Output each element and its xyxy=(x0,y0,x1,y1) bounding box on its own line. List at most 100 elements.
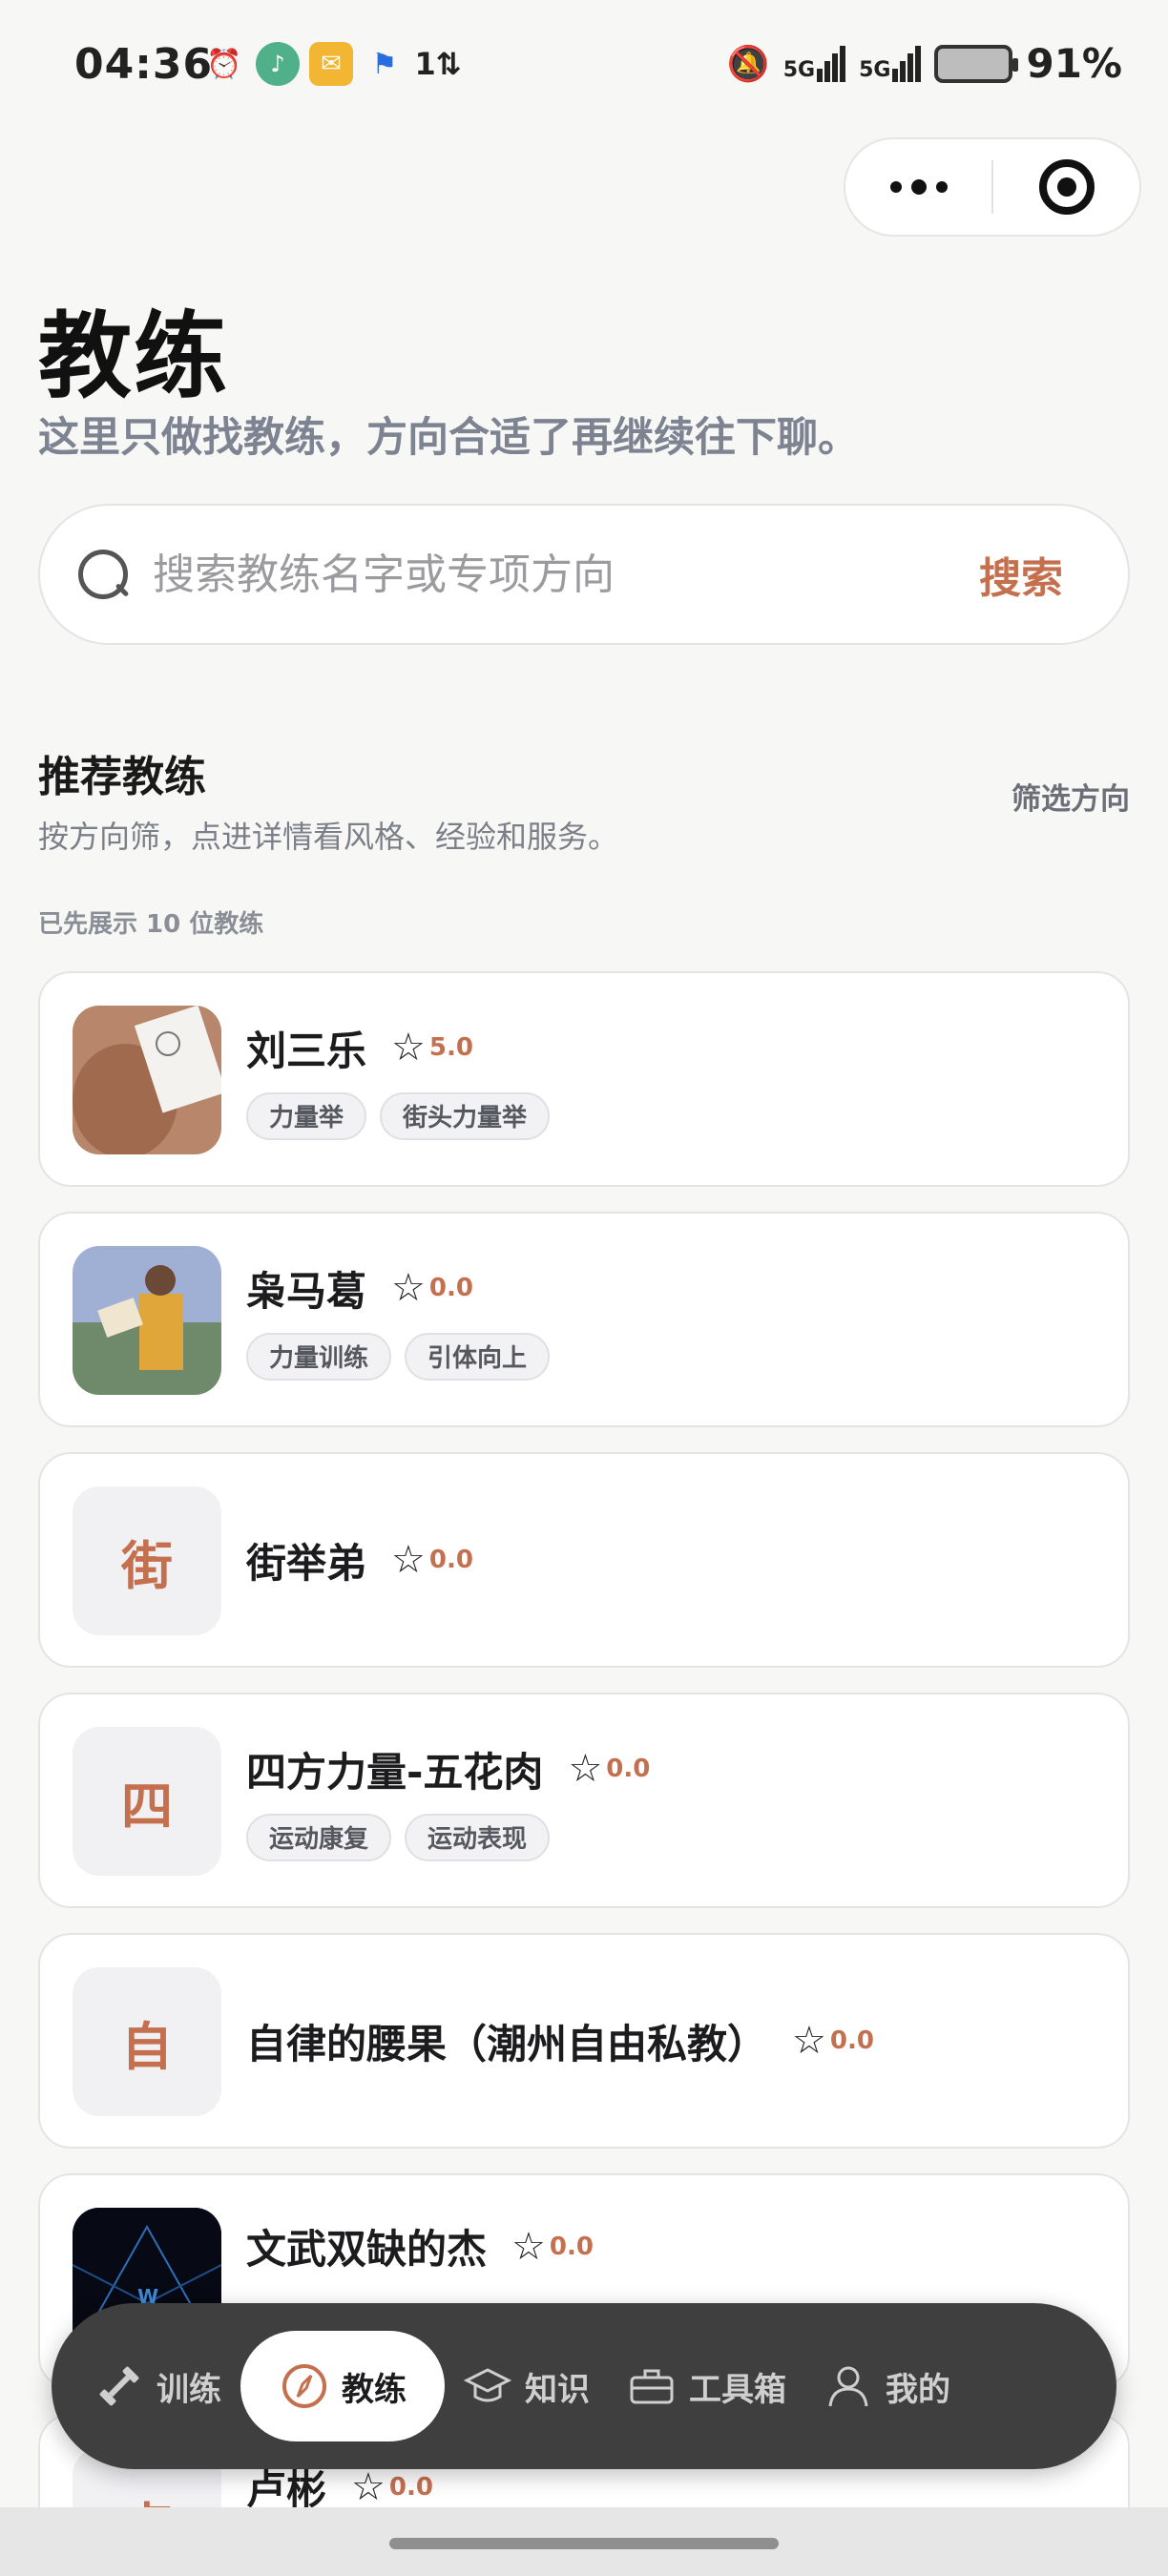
nav-item-knowledge[interactable]: 知识 xyxy=(445,2331,609,2441)
section-description: 按方向筛，点进详情看风格、经验和服务。 xyxy=(38,819,619,855)
status-notification-icons: ⏰ ♪ ✉ ⚑ 1⇅ xyxy=(202,42,462,86)
signal-icon: 5G xyxy=(782,45,846,82)
battery-percent: 91% xyxy=(1026,40,1122,87)
coach-tag: 力量训练 xyxy=(246,1332,392,1381)
page-title: 教练 xyxy=(38,302,230,411)
coach-avatar-initial: 四 xyxy=(73,1727,221,1876)
search-button[interactable]: 搜索 xyxy=(979,544,1063,605)
filter-direction-link[interactable]: 筛选方向 xyxy=(1012,775,1130,818)
coach-card[interactable]: 刘三乐 ☆ 5.0 力量举 街头力量举 xyxy=(38,971,1130,1187)
coach-name: 四方力量-五花肉 xyxy=(246,1748,544,1796)
nav-label: 知识 xyxy=(525,2370,590,2409)
coach-tag: 引体向上 xyxy=(405,1332,551,1381)
app-notification-icon: ♪ xyxy=(256,42,300,86)
nav-label: 我的 xyxy=(886,2370,950,2409)
coach-rating: 0.0 xyxy=(829,2026,874,2055)
network-type-2: 5G xyxy=(859,57,891,82)
coach-tags: 力量举 街头力量举 xyxy=(246,1091,1099,1140)
star-icon: ☆ xyxy=(792,2019,826,2063)
coach-count-note: 已先展示 10 位教练 xyxy=(38,910,264,939)
search-icon xyxy=(74,546,132,603)
coach-info: 自律的腰果（潮州自由私教） ☆ 0.0 xyxy=(246,1935,1099,2147)
coach-name: 枭马葛 xyxy=(246,1267,367,1315)
coach-avatar-photo xyxy=(73,1006,221,1154)
coach-avatar-initial: 自 xyxy=(73,1967,221,2116)
coach-tag: 运动康复 xyxy=(246,1813,392,1861)
compass-icon xyxy=(281,2362,328,2410)
coach-rating: 0.0 xyxy=(549,2232,594,2261)
coach-photo-icon xyxy=(73,1246,221,1395)
nav-item-coach[interactable]: 教练 xyxy=(240,2331,445,2441)
star-icon: ☆ xyxy=(568,1747,603,1791)
coach-tags: 运动康复 运动表现 xyxy=(246,1813,1099,1861)
nav-label: 工具箱 xyxy=(689,2370,786,2409)
certificate-photo-icon xyxy=(73,1006,221,1154)
coach-card[interactable]: 枭马葛 ☆ 0.0 力量训练 引体向上 xyxy=(38,1212,1130,1427)
coach-card[interactable]: 自 自律的腰果（潮州自由私教） ☆ 0.0 xyxy=(38,1933,1130,2149)
coach-name-row: 刘三乐 ☆ 5.0 xyxy=(246,1019,1099,1077)
signal-icon-2: 5G xyxy=(859,45,922,82)
nav-label: 教练 xyxy=(342,2370,407,2409)
miniprogram-capsule xyxy=(844,137,1141,237)
coach-name: 街举弟 xyxy=(246,1539,367,1587)
star-icon: ☆ xyxy=(391,1266,426,1310)
target-icon xyxy=(1038,159,1095,215)
coach-info: 刘三乐 ☆ 5.0 力量举 街头力量举 xyxy=(246,973,1099,1185)
star-icon: ☆ xyxy=(391,1026,426,1070)
coach-tag: 街头力量举 xyxy=(380,1091,551,1140)
coach-name-row: 四方力量-五花肉 ☆ 0.0 xyxy=(246,1740,1099,1798)
dumbbell-icon xyxy=(95,2362,143,2410)
nav-label: 训练 xyxy=(156,2370,221,2409)
coach-name: 自律的腰果（潮州自由私教） xyxy=(246,2020,768,2067)
toolbox-icon xyxy=(628,2362,676,2410)
network-type-1: 5G xyxy=(782,57,816,82)
section-title: 推荐教练 xyxy=(38,753,206,801)
coach-name-row: 街举弟 ☆ 0.0 xyxy=(246,1531,1099,1589)
star-icon: ☆ xyxy=(391,1538,426,1582)
search-bar: 搜索 xyxy=(38,504,1130,645)
home-indicator[interactable] xyxy=(389,2538,779,2549)
page-subtitle: 这里只做找教练，方向合适了再继续往下聊。 xyxy=(38,414,859,462)
coach-info: 四方力量-五花肉 ☆ 0.0 运动康复 运动表现 xyxy=(246,1694,1099,1906)
graduation-cap-icon xyxy=(464,2362,511,2410)
coach-rating: 0.0 xyxy=(606,1755,651,1783)
alarm-icon: ⏰ xyxy=(206,47,242,81)
coach-rating: 0.0 xyxy=(428,1274,473,1302)
coach-rating: 0.0 xyxy=(388,2472,433,2502)
nav-item-training[interactable]: 训练 xyxy=(76,2331,240,2441)
coach-info: 街举弟 ☆ 0.0 xyxy=(246,1454,1099,1666)
status-time: 04:36 xyxy=(74,40,214,89)
coach-tag: 力量举 xyxy=(246,1091,367,1140)
user-icon xyxy=(824,2362,872,2410)
data-transfer-icon: 1⇅ xyxy=(414,46,462,82)
coach-rating: 0.0 xyxy=(428,1546,473,1574)
star-icon: ☆ xyxy=(511,2224,546,2269)
flag-icon: ⚑ xyxy=(371,47,398,81)
coach-card[interactable]: 四 四方力量-五花肉 ☆ 0.0 运动康复 运动表现 xyxy=(38,1693,1130,1908)
battery-icon xyxy=(934,44,1019,83)
coach-rating: 5.0 xyxy=(428,1033,473,1062)
coach-info: 枭马葛 ☆ 0.0 力量训练 引体向上 xyxy=(246,1214,1099,1425)
coach-avatar-photo xyxy=(73,1246,221,1395)
nav-item-toolbox[interactable]: 工具箱 xyxy=(609,2331,805,2441)
close-button[interactable] xyxy=(993,139,1139,235)
more-dots-icon xyxy=(889,179,948,195)
search-input[interactable] xyxy=(153,550,979,599)
coach-name-row: 枭马葛 ☆ 0.0 xyxy=(246,1259,1099,1318)
coach-tag: 运动表现 xyxy=(405,1813,551,1861)
coach-card[interactable]: 街 街举弟 ☆ 0.0 xyxy=(38,1452,1130,1668)
coach-avatar-initial: 街 xyxy=(73,1486,221,1635)
coach-tags: 力量训练 引体向上 xyxy=(246,1332,1099,1381)
coach-name: 文武双缺的杰 xyxy=(246,2226,488,2273)
status-system-icons: 🔕 5G 5G 91% xyxy=(727,40,1122,87)
star-icon: ☆ xyxy=(351,2464,386,2509)
status-bar: 04:36 ⏰ ♪ ✉ ⚑ 1⇅ 🔕 5G 5G 91% xyxy=(0,0,1168,134)
more-button[interactable] xyxy=(845,139,991,235)
nav-item-mine[interactable]: 我的 xyxy=(805,2331,970,2441)
coach-name-row: 自律的腰果（潮州自由私教） ☆ 0.0 xyxy=(246,2012,1099,2070)
mail-icon: ✉ xyxy=(309,42,353,86)
bottom-nav: 训练 教练 知识 工具箱 我的 xyxy=(52,2303,1116,2469)
mute-bell-icon: 🔕 xyxy=(726,44,770,84)
coach-name-row: 文武双缺的杰 ☆ 0.0 xyxy=(246,2217,1099,2275)
coach-name: 刘三乐 xyxy=(246,1027,367,1074)
